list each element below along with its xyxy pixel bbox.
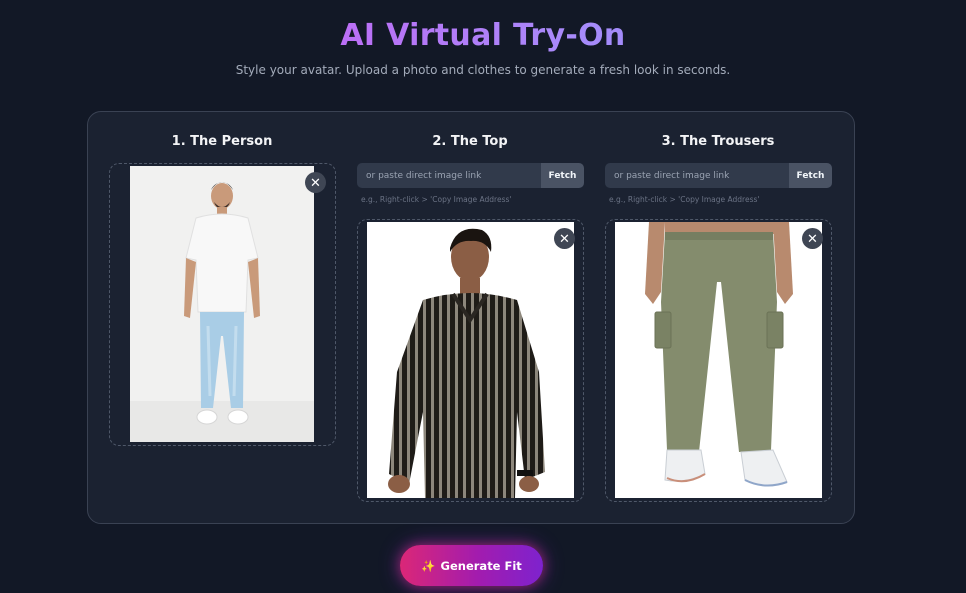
top-photo [367, 222, 574, 498]
person-photo [130, 166, 314, 442]
person-image [130, 166, 314, 442]
page-subtitle: Style your avatar. Upload a photo and cl… [235, 63, 731, 77]
person-column-title: 1. The Person [171, 134, 273, 149]
top-column-title: 2. The Top [432, 134, 508, 149]
trousers-url-input[interactable] [605, 163, 789, 188]
trousers-image [615, 222, 822, 498]
top-url-row: Fetch [357, 163, 584, 188]
trousers-photo [615, 222, 822, 498]
page-title: AI Virtual Try-On [0, 18, 966, 53]
remove-top-button[interactable]: ✕ [554, 228, 575, 249]
generate-fit-label: Generate Fit [440, 558, 522, 573]
trousers-column-title: 3. The Trousers [661, 134, 775, 149]
trousers-url-hint: e.g., Right-click > 'Copy Image Address' [609, 195, 760, 204]
top-url-input[interactable] [357, 163, 541, 188]
generate-fit-button[interactable]: ✨ Generate Fit [400, 545, 543, 586]
top-url-hint: e.g., Right-click > 'Copy Image Address' [361, 195, 512, 204]
trousers-url-row: Fetch [605, 163, 832, 188]
top-fetch-button[interactable]: Fetch [541, 163, 584, 188]
trousers-fetch-button[interactable]: Fetch [789, 163, 832, 188]
remove-trousers-button[interactable]: ✕ [802, 228, 823, 249]
remove-person-button[interactable]: ✕ [305, 172, 326, 193]
shirt-image [367, 222, 574, 498]
sparkles-icon: ✨ [421, 558, 436, 573]
